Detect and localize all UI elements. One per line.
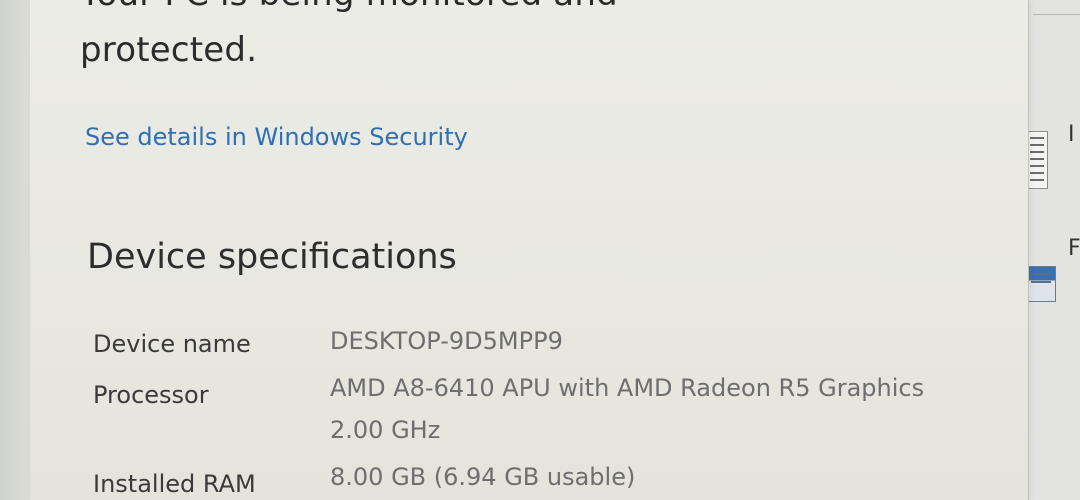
spec-label-processor: Processor (93, 381, 209, 409)
security-status-line-1: Your PC is being monitored and (80, 0, 618, 14)
device-specifications-heading: Device specifications (87, 237, 457, 277)
document-icon[interactable] (1026, 131, 1048, 189)
spec-label-installed-ram: Installed RAM (93, 470, 256, 498)
app-window-icon[interactable] (1026, 266, 1056, 302)
windows-security-details-link[interactable]: See details in Windows Security (85, 123, 468, 151)
screen: I F Your PC is being monitored and prote… (0, 0, 1080, 500)
spec-value-installed-ram: 8.00 GB (6.94 GB usable) (330, 463, 636, 491)
background-window-titlebar (1033, 0, 1080, 15)
spec-value-processor-speed: 2.00 GHz (330, 416, 441, 444)
security-status-line-2: protected. (80, 30, 258, 70)
spec-label-device-name: Device name (93, 330, 251, 358)
about-settings-panel: Your PC is being monitored and protected… (30, 0, 1028, 500)
background-label-2: F (1068, 236, 1080, 261)
spec-value-processor: AMD A8-6410 APU with AMD Radeon R5 Graph… (330, 374, 925, 402)
background-label-1: I (1068, 122, 1075, 147)
spec-value-device-name: DESKTOP-9D5MPP9 (330, 327, 563, 355)
